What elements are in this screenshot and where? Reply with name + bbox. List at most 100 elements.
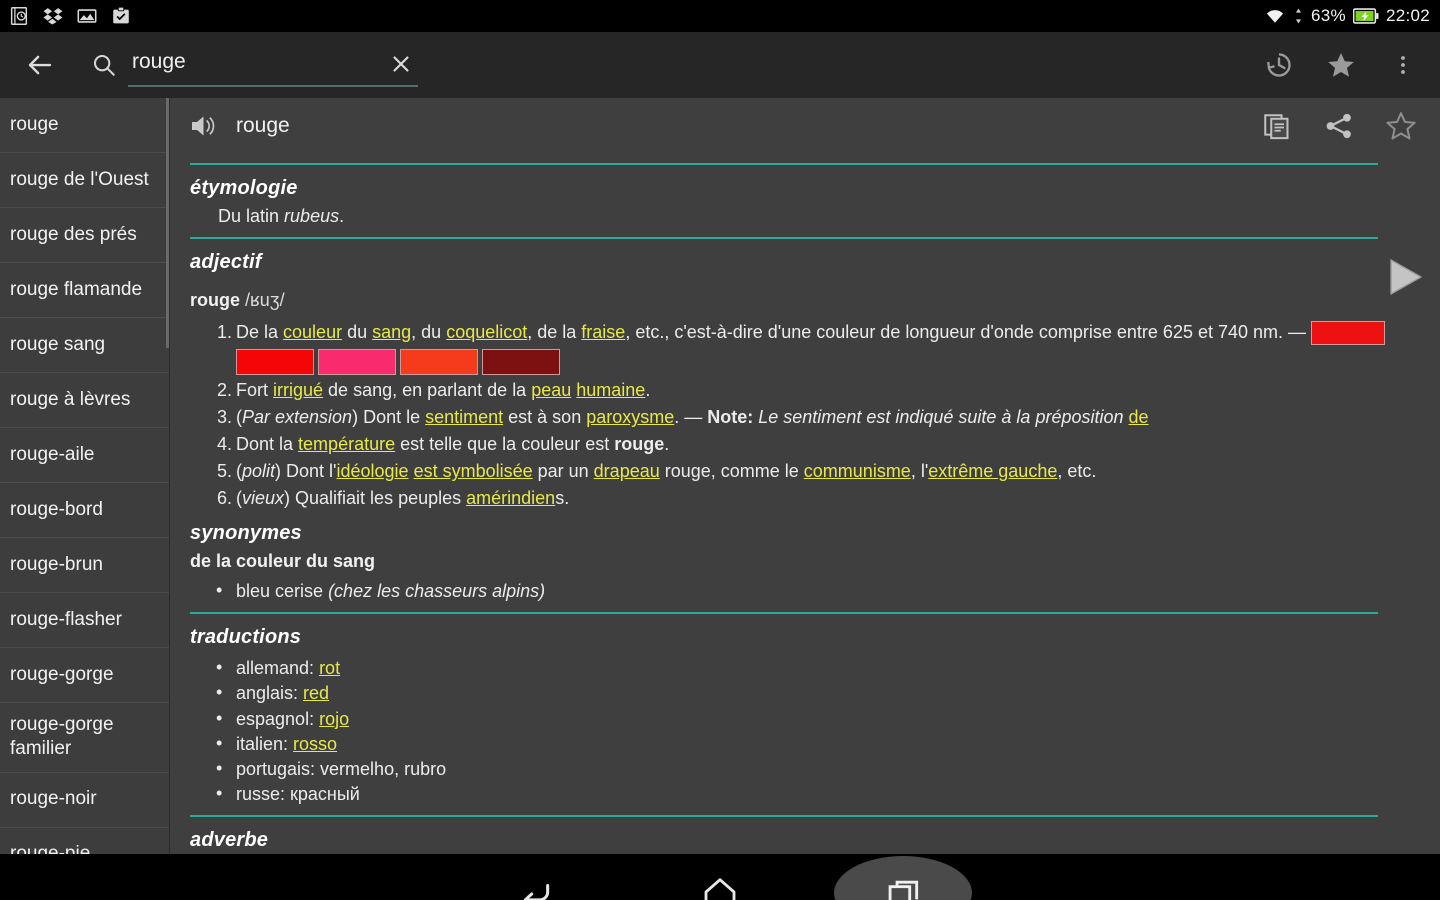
section-heading-etymologie: étymologie	[190, 177, 298, 199]
sidebar-item-13[interactable]: rouge-pie	[0, 828, 169, 854]
nav-home-button[interactable]	[692, 865, 748, 900]
search-input[interactable]	[128, 50, 358, 78]
sidebar-item-2[interactable]: rouge des prés	[0, 208, 169, 263]
results-sidebar[interactable]: rouge rouge de l'Ouest rouge des prés ro…	[0, 98, 170, 854]
back-button[interactable]	[18, 43, 62, 87]
sidebar-item-6[interactable]: rouge-aile	[0, 428, 169, 483]
sidebar-item-label: rouge sang	[10, 333, 106, 355]
sidebar-item-label: rouge-brun	[10, 553, 103, 575]
pronounce-button[interactable]	[190, 111, 224, 141]
sidebar-scrollbar[interactable]	[166, 98, 169, 348]
sidebar-item-12[interactable]: rouge-noir	[0, 773, 169, 828]
entry-link[interactable]: irrigué	[273, 380, 323, 400]
nav-back-button[interactable]	[508, 865, 564, 900]
entry-link[interactable]: est symbolisée	[414, 461, 533, 481]
color-swatch	[482, 349, 560, 376]
sidebar-item-label: rouge-aile	[10, 443, 95, 465]
plain-text: , l'	[910, 461, 929, 482]
entry-link[interactable]: couleur	[283, 322, 342, 342]
plain-text: s.	[555, 488, 570, 509]
plain-text: . —	[674, 407, 708, 428]
sidebar-item-4[interactable]: rouge sang	[0, 318, 169, 373]
overflow-menu-button[interactable]	[1386, 48, 1420, 82]
sidebar-item-label: rouge	[10, 113, 59, 135]
color-swatch	[400, 349, 478, 376]
plain-text: anglais:	[236, 683, 304, 704]
plain-text: Fort	[236, 380, 274, 401]
sidebar-item-3[interactable]: rouge flamande	[0, 263, 169, 318]
translation-item-0: allemand: rot	[190, 656, 1420, 680]
color-swatch	[236, 349, 314, 376]
sidebar-item-11[interactable]: rouge-gorge familier	[0, 703, 169, 773]
search-icon-wrap	[84, 43, 124, 87]
action-bar	[0, 32, 1440, 98]
battery-charging-icon	[1352, 8, 1379, 24]
entry-link[interactable]: température	[298, 434, 395, 454]
sidebar-item-0[interactable]: rouge	[0, 98, 169, 153]
sidebar-item-8[interactable]: rouge-brun	[0, 538, 169, 593]
translation-item-4: portugais: vermelho, rubro	[190, 757, 1420, 781]
entry-link[interactable]: de	[1129, 407, 1149, 427]
sense-text: Dont la température est telle que la cou…	[236, 434, 669, 454]
nav-recents-button[interactable]	[834, 856, 972, 900]
nav-buttons	[508, 856, 972, 900]
entry-link[interactable]: rot	[319, 658, 340, 678]
clock-label: 22:02	[1385, 6, 1430, 25]
clear-search-button[interactable]	[386, 49, 416, 79]
notes-clock-icon	[10, 7, 28, 25]
italic-text: (chez les chasseurs alpins)	[328, 581, 546, 602]
favorite-button[interactable]	[1384, 109, 1418, 143]
entry-title: rouge	[236, 114, 290, 137]
history-button[interactable]	[1262, 48, 1296, 82]
entry-link[interactable]: rosso	[293, 734, 337, 754]
play-button[interactable]	[1384, 256, 1426, 298]
plain-text: , etc.	[1057, 461, 1097, 482]
sidebar-item-5[interactable]: rouge à lèvres	[0, 373, 169, 428]
entry-link[interactable]: coquelicot	[446, 322, 527, 342]
sidebar-item-7[interactable]: rouge-bord	[0, 483, 169, 538]
entry-pane: rouge étymologie Du latin rubeus. adject…	[170, 98, 1440, 854]
entry-link[interactable]: amérindien	[466, 488, 555, 508]
synonym-list: bleu cerise (chez les chasseurs alpins)	[190, 579, 1420, 603]
entry-link[interactable]: sang	[372, 322, 411, 342]
entry-link[interactable]: extrême gauche	[928, 461, 1057, 481]
action-bar-actions	[1262, 48, 1426, 82]
entry-link[interactable]: fraise	[581, 322, 625, 342]
share-button[interactable]	[1322, 109, 1356, 143]
sidebar-item-10[interactable]: rouge-gorge	[0, 648, 169, 703]
entry-article: étymologie Du latin rubeus. adjectif rou…	[170, 163, 1440, 852]
etymology-end: .	[339, 206, 345, 226]
italic-text: Par extension	[242, 407, 353, 428]
ipa-text: /ʁuʒ/	[245, 290, 285, 310]
copy-icon	[1264, 114, 1289, 140]
entry-link[interactable]: peau	[531, 380, 571, 400]
history-icon	[1267, 53, 1291, 77]
entry-link[interactable]: humaine	[576, 380, 645, 400]
entry-link[interactable]: drapeau	[594, 461, 660, 481]
sense-text: (vieux) Qualifiait les peuples amérindie…	[236, 488, 569, 508]
entry-link[interactable]: rojo	[319, 709, 349, 729]
close-icon	[393, 56, 409, 72]
plain-text: ) Dont le	[352, 407, 426, 428]
bookmark-button[interactable]	[1324, 48, 1358, 82]
plain-text: .	[664, 434, 670, 455]
entry-link[interactable]: communisme	[804, 461, 911, 481]
entry-link[interactable]: idéologie	[336, 461, 408, 481]
share-icon	[1326, 113, 1351, 139]
search-field-wrap[interactable]	[128, 43, 418, 87]
sense-text: Fort irrigué de sang, en parlant de la p…	[236, 380, 650, 400]
star-outline-icon	[1386, 112, 1416, 140]
entry-header: rouge	[170, 98, 1440, 154]
color-swatch	[1311, 321, 1386, 346]
entry-link[interactable]: paroxysme	[586, 407, 674, 427]
sidebar-item-9[interactable]: rouge-flasher	[0, 593, 169, 648]
entry-link[interactable]: red	[303, 683, 329, 703]
copy-button[interactable]	[1260, 109, 1294, 143]
play-icon	[1390, 259, 1422, 295]
translation-item-2: espagnol: rojo	[190, 706, 1420, 731]
sidebar-item-1[interactable]: rouge de l'Ouest	[0, 153, 169, 208]
status-bar-notifications	[8, 5, 132, 27]
sense-text: De la couleur du sang, du coquelicot, de…	[236, 321, 1386, 346]
plain-text: par un	[532, 461, 594, 482]
entry-link[interactable]: sentiment	[425, 407, 503, 427]
